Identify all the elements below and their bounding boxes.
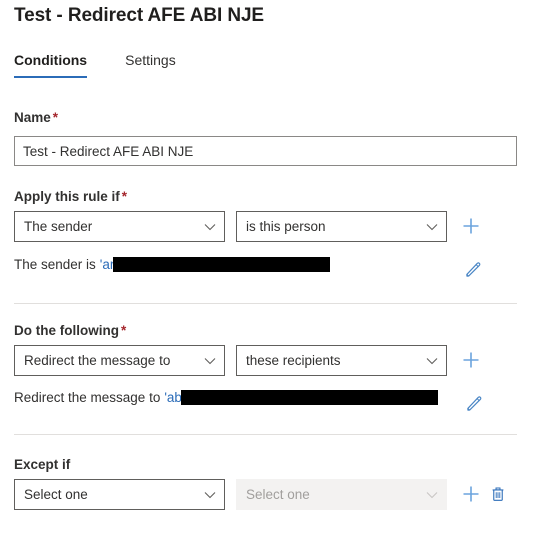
tab-settings[interactable]: Settings <box>125 52 176 78</box>
plus-icon <box>463 218 479 234</box>
page-title: Test - Redirect AFE ABI NJE <box>14 5 264 26</box>
trash-icon <box>492 487 504 501</box>
action-type-dropdown[interactable]: Redirect the message to <box>14 345 225 376</box>
add-condition-button[interactable] <box>460 215 482 237</box>
condition-type-dropdown[interactable]: The sender <box>14 211 225 242</box>
action-target-dropdown[interactable]: these recipients <box>236 345 447 376</box>
exception-type-dropdown[interactable]: Select one <box>14 479 225 510</box>
actions-label-text: Do the following <box>14 323 119 338</box>
tab-bar: Conditions Settings <box>14 52 214 78</box>
condition-type-value: The sender <box>24 219 93 234</box>
conditions-label-text: Apply this rule if <box>14 189 120 204</box>
add-exception-button[interactable] <box>460 483 482 505</box>
action-summary-prefix: Redirect the message to <box>14 390 161 405</box>
pencil-icon <box>466 395 481 411</box>
plus-icon <box>463 352 479 368</box>
tab-conditions[interactable]: Conditions <box>14 52 88 78</box>
conditions-required-asterisk: * <box>121 189 128 204</box>
action-target-value: these recipients <box>246 353 341 368</box>
add-action-button[interactable] <box>460 349 482 371</box>
chevron-down-icon <box>204 357 216 365</box>
chevron-down-icon <box>426 357 438 365</box>
name-label-text: Name <box>14 110 51 125</box>
condition-operator-dropdown[interactable]: is this person <box>236 211 447 242</box>
exception-operator-dropdown: Select one <box>236 479 447 510</box>
chevron-down-icon <box>426 223 438 231</box>
name-field-label: Name * <box>14 110 58 125</box>
exception-type-value: Select one <box>24 487 88 502</box>
edit-condition-button[interactable] <box>462 258 484 280</box>
action-redaction-bar <box>180 390 438 405</box>
exception-operator-value: Select one <box>246 487 310 502</box>
tab-settings-label: Settings <box>125 52 176 68</box>
actions-section-label: Do the following * <box>14 323 126 338</box>
section-divider-1 <box>14 303 517 304</box>
exceptions-label-text: Except if <box>14 457 71 472</box>
condition-operator-value: is this person <box>246 219 326 234</box>
tab-conditions-label: Conditions <box>14 52 88 68</box>
exceptions-section-label: Except if <box>14 457 70 472</box>
action-summary-value: 'ab <box>164 390 182 405</box>
condition-summary-prefix: The sender is <box>14 257 96 272</box>
condition-summary: The sender is 'ar <box>14 257 331 272</box>
plus-icon <box>463 486 479 502</box>
action-summary: Redirect the message to 'ab <box>14 390 438 405</box>
conditions-section-label: Apply this rule if * <box>14 189 127 204</box>
chevron-down-icon <box>204 223 216 231</box>
delete-exception-button[interactable] <box>487 483 509 505</box>
condition-summary-value: 'ar <box>99 257 115 272</box>
name-required-asterisk: * <box>52 110 59 125</box>
pencil-icon <box>465 261 480 277</box>
condition-redaction-bar <box>113 257 331 272</box>
edit-action-button[interactable] <box>463 392 485 414</box>
chevron-down-icon <box>204 491 216 499</box>
chevron-down-icon <box>426 491 438 499</box>
actions-required-asterisk: * <box>120 323 127 338</box>
action-type-value: Redirect the message to <box>24 353 171 368</box>
name-input[interactable] <box>14 136 517 166</box>
section-divider-2 <box>14 434 517 435</box>
rule-editor-panel: Test - Redirect AFE ABI NJE Conditions S… <box>0 0 541 549</box>
